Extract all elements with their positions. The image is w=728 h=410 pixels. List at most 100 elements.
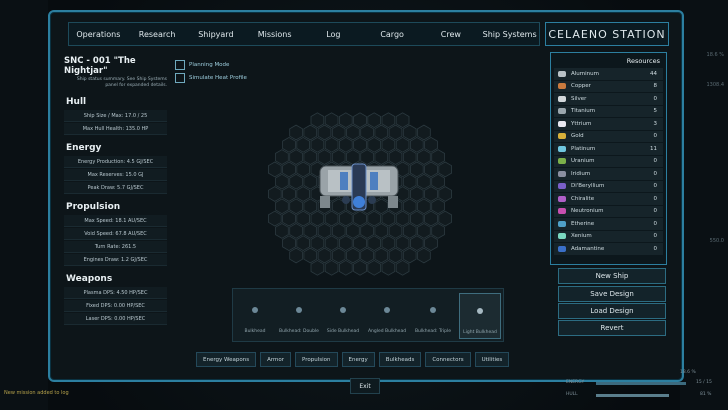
hex-cell[interactable] xyxy=(282,235,296,252)
hex-cell[interactable] xyxy=(409,210,424,227)
hex-cell[interactable] xyxy=(367,259,381,276)
category-armor[interactable]: Armor xyxy=(260,352,292,367)
category-utilities[interactable]: Utilities xyxy=(474,352,510,367)
hex-cell[interactable] xyxy=(409,235,424,252)
hex-cell[interactable] xyxy=(303,173,318,190)
part-bulkhead-triple[interactable]: Bulkhead: Triple xyxy=(413,293,453,337)
hex-cell[interactable] xyxy=(402,247,417,264)
hex-cell[interactable] xyxy=(424,136,438,153)
hex-cell[interactable] xyxy=(339,235,353,252)
hex-cell[interactable] xyxy=(402,124,417,141)
hex-cell[interactable] xyxy=(424,161,438,178)
hex-cell[interactable] xyxy=(275,173,289,190)
tab-research[interactable]: Research xyxy=(128,30,187,39)
hex-cell[interactable] xyxy=(275,223,289,239)
hex-cell[interactable] xyxy=(303,198,318,215)
hex-cell[interactable] xyxy=(360,223,374,239)
tab-missions[interactable]: Missions xyxy=(245,30,304,39)
hex-cell[interactable] xyxy=(346,124,360,141)
hex-cell[interactable] xyxy=(360,247,374,264)
hex-cell[interactable] xyxy=(431,223,445,239)
hex-cell[interactable] xyxy=(431,198,445,215)
heat-profile-checkbox[interactable]: Simulate Heat Profile xyxy=(175,73,247,83)
hex-cell[interactable] xyxy=(310,235,325,252)
hex-cell[interactable] xyxy=(374,124,389,141)
hex-cell[interactable] xyxy=(395,112,410,129)
tab-shipyard[interactable]: Shipyard xyxy=(187,30,246,39)
hex-cell[interactable] xyxy=(417,149,431,165)
load-design-button[interactable]: Load Design xyxy=(558,303,666,319)
hex-cell[interactable] xyxy=(324,136,339,153)
category-energy-weapons[interactable]: Energy Weapons xyxy=(196,352,257,367)
hex-cell[interactable] xyxy=(402,149,417,165)
save-design-button[interactable]: Save Design xyxy=(558,286,666,302)
hex-cell[interactable] xyxy=(289,198,303,215)
hex-cell[interactable] xyxy=(395,235,410,252)
hex-cell[interactable] xyxy=(303,223,318,239)
hex-cell[interactable] xyxy=(296,161,310,178)
hex-cell[interactable] xyxy=(282,136,296,153)
hex-cell[interactable] xyxy=(289,149,303,165)
hex-cell[interactable] xyxy=(317,223,332,239)
hex-cell[interactable] xyxy=(346,223,360,239)
hex-cell[interactable] xyxy=(353,259,367,276)
hex-cell[interactable] xyxy=(417,124,431,141)
hex-cell[interactable] xyxy=(409,161,424,178)
hex-cell[interactable] xyxy=(317,247,332,264)
hex-cell[interactable] xyxy=(303,247,318,264)
hex-cell[interactable] xyxy=(324,235,339,252)
hex-cell[interactable] xyxy=(296,186,310,202)
hex-cell[interactable] xyxy=(409,186,424,202)
exit-button[interactable]: Exit xyxy=(350,378,380,394)
hex-cell[interactable] xyxy=(409,136,424,153)
tab-operations[interactable]: Operations xyxy=(69,30,128,39)
hex-cell[interactable] xyxy=(388,124,403,141)
hex-cell[interactable] xyxy=(296,210,310,227)
hex-cell[interactable] xyxy=(381,112,396,129)
hex-cell[interactable] xyxy=(388,247,403,264)
revert-button[interactable]: Revert xyxy=(558,320,666,336)
hex-cell[interactable] xyxy=(381,136,396,153)
tab-cargo[interactable]: Cargo xyxy=(363,30,422,39)
hex-cell[interactable] xyxy=(367,112,381,129)
tab-crew[interactable]: Crew xyxy=(422,30,481,39)
hex-cell[interactable] xyxy=(324,112,339,129)
category-energy[interactable]: Energy xyxy=(341,352,375,367)
hex-cell[interactable] xyxy=(424,186,438,202)
hex-cell[interactable] xyxy=(424,210,438,227)
hex-cell[interactable] xyxy=(395,136,410,153)
part-light-bulkhead[interactable]: Light Bulkhead xyxy=(459,293,501,339)
hex-cell[interactable] xyxy=(395,259,410,276)
hex-cell[interactable] xyxy=(417,173,431,190)
hex-cell[interactable] xyxy=(431,173,445,190)
tab-ship-systems[interactable]: Ship Systems xyxy=(480,30,539,39)
hex-cell[interactable] xyxy=(388,223,403,239)
hex-cell[interactable] xyxy=(296,136,310,153)
hex-cell[interactable] xyxy=(282,161,296,178)
hex-cell[interactable] xyxy=(310,136,325,153)
hex-cell[interactable] xyxy=(353,112,367,129)
hex-cell[interactable] xyxy=(402,198,417,215)
hex-cell[interactable] xyxy=(282,210,296,227)
hex-cell[interactable] xyxy=(303,149,318,165)
hex-cell[interactable] xyxy=(374,223,389,239)
hex-cell[interactable] xyxy=(331,223,346,239)
category-connectors[interactable]: Connectors xyxy=(425,352,471,367)
hex-cell[interactable] xyxy=(339,112,353,129)
tab-log[interactable]: Log xyxy=(304,30,363,39)
hex-cell[interactable] xyxy=(367,235,381,252)
hex-cell[interactable] xyxy=(417,223,431,239)
hex-cell[interactable] xyxy=(417,247,431,264)
category-bulkheads[interactable]: Bulkheads xyxy=(378,352,422,367)
hex-cell[interactable] xyxy=(303,124,318,141)
hex-cell[interactable] xyxy=(275,198,289,215)
part-angled-bulkhead[interactable]: Angled Bulkhead xyxy=(367,293,407,337)
hex-cell[interactable] xyxy=(339,259,353,276)
part-bulkhead[interactable]: Bulkhead xyxy=(235,293,275,337)
hex-cell[interactable] xyxy=(324,259,339,276)
hex-cell[interactable] xyxy=(282,186,296,202)
hex-cell[interactable] xyxy=(339,136,353,153)
hex-cell[interactable] xyxy=(268,161,282,178)
hex-cell[interactable] xyxy=(381,235,396,252)
hex-cell[interactable] xyxy=(346,247,360,264)
